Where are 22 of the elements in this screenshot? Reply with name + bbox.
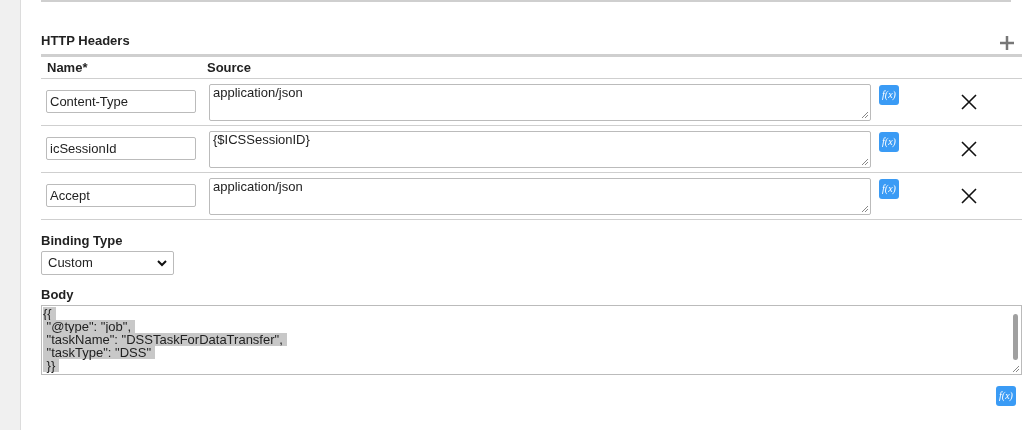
column-header: Name*: [46, 58, 89, 77]
resize-handle-icon[interactable]: [861, 111, 869, 119]
close-icon[interactable]: [961, 141, 977, 157]
field-label: Binding Type: [41, 233, 124, 249]
close-icon[interactable]: [961, 94, 977, 110]
column-header: Source: [207, 58, 252, 77]
name-field[interactable]: Accept: [46, 184, 196, 207]
section-title: HTTP Headers: [41, 32, 130, 51]
name-field[interactable]: Content-Type: [46, 90, 196, 113]
source-field[interactable]: application/json: [209, 84, 871, 121]
scrollbar-thumb[interactable]: [1013, 314, 1018, 360]
source-field[interactable]: application/json: [209, 178, 871, 215]
resize-handle-icon[interactable]: [861, 205, 869, 213]
chevron-down-icon: [157, 259, 167, 267]
binding-type-select[interactable]: Custom: [41, 251, 174, 275]
source-field[interactable]: {$ICSSessionID}: [209, 131, 871, 168]
field-label: Body: [41, 287, 75, 303]
name-field[interactable]: icSessionId: [46, 137, 196, 160]
add-icon[interactable]: [998, 34, 1016, 52]
close-icon[interactable]: [961, 188, 977, 204]
resize-handle-icon[interactable]: [1012, 365, 1020, 373]
resize-handle-icon[interactable]: [861, 158, 869, 166]
